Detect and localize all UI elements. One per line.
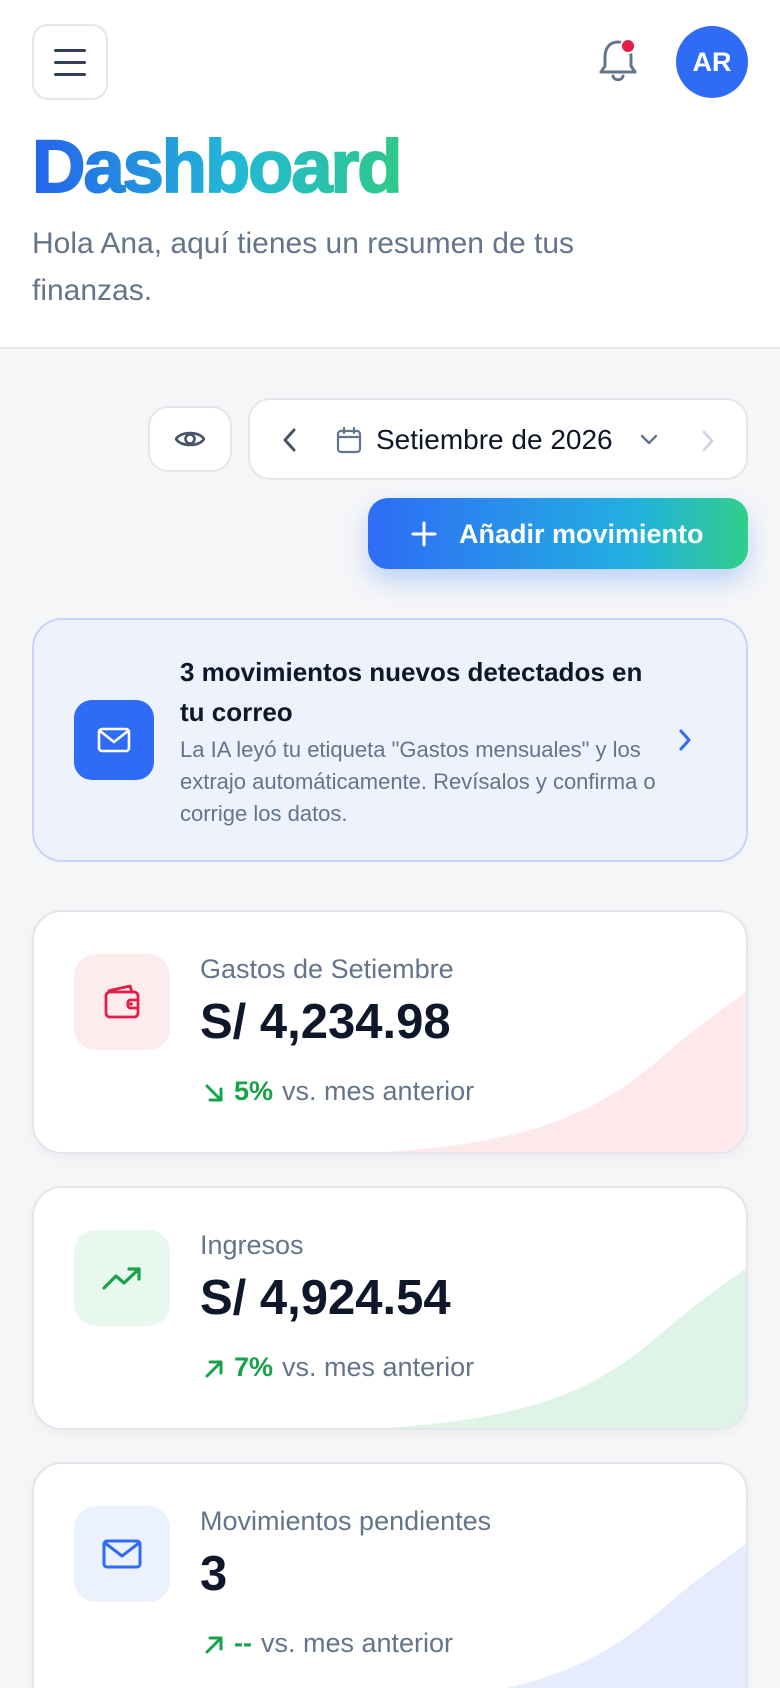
toggle-visibility-button[interactable] (148, 406, 232, 472)
card-value: S/ 4,234.98 (200, 995, 451, 1049)
card-trend: 7% vs. mes anterior (202, 1348, 474, 1386)
chevron-right-icon[interactable] (676, 726, 694, 754)
page-title: Dashboard (31, 125, 404, 208)
card-label: Ingresos (200, 1230, 304, 1260)
card-label: Gastos de Setiembre (200, 954, 454, 984)
arrow-up-right-icon (205, 1636, 223, 1654)
month-selector[interactable]: Setiembre de 2026 (248, 398, 748, 480)
calendar-icon (336, 426, 362, 454)
trend-suffix: vs. mes anterior (282, 1352, 475, 1382)
trend-percent: 7% (234, 1352, 274, 1382)
expenses-card[interactable]: Gastos de Setiembre S/ 4,234.98 5% vs. m… (32, 910, 748, 1154)
wallet-icon (104, 984, 140, 1019)
chevron-down-icon[interactable] (638, 430, 660, 450)
plus-icon (411, 521, 437, 547)
notification-dot (620, 38, 636, 54)
card-icon-box (74, 954, 170, 1050)
card-label: Movimientos pendientes (200, 1506, 492, 1536)
card-trend: -- vs. mes anterior (202, 1624, 453, 1662)
card-decoration (506, 1544, 746, 1688)
add-movement-button[interactable]: Añadir movimiento (368, 498, 748, 569)
income-card[interactable]: Ingresos S/ 4,924.54 7% vs. mes anterior (32, 1186, 748, 1430)
chevron-right-icon[interactable] (698, 426, 718, 456)
email-detection-alert[interactable]: 3 movimientos nuevos detectados en tu co… (32, 618, 748, 862)
card-value: S/ 4,924.54 (200, 1271, 451, 1325)
alert-icon-box (74, 700, 154, 780)
alert-title: 3 movimientos nuevos detectados en tu co… (180, 657, 643, 727)
menu-icon-line (54, 72, 86, 76)
top-header: AR Dashboard Hola Ana, aquí tienes un re… (0, 0, 780, 349)
menu-icon-line (54, 48, 86, 52)
mail-icon (102, 1539, 142, 1569)
alert-description: La IA leyó tu etiqueta "Gastos mensuales… (180, 737, 656, 826)
arrow-up-right-icon (205, 1360, 223, 1378)
trending-up-icon (102, 1267, 141, 1290)
menu-icon-line (54, 60, 86, 64)
arrow-down-right-icon (205, 1084, 223, 1102)
avatar[interactable]: AR (676, 26, 748, 98)
month-label[interactable]: Setiembre de 2026 (376, 420, 613, 460)
trend-suffix: vs. mes anterior (282, 1076, 475, 1106)
trend-percent: -- (234, 1628, 252, 1658)
trend-suffix: vs. mes anterior (260, 1628, 454, 1658)
trend-percent: 5% (234, 1076, 274, 1106)
eye-icon (174, 431, 206, 447)
card-trend: 5% vs. mes anterior (202, 1072, 474, 1110)
page-subtitle: Hola Ana, aquí tienes un resumen de tus … (32, 227, 575, 307)
add-movement-label: Añadir movimiento (459, 519, 704, 549)
pending-movements-card[interactable]: Movimientos pendientes 3 -- vs. mes ante… (32, 1462, 748, 1688)
card-value: 3 (200, 1547, 228, 1601)
chevron-left-icon[interactable] (278, 424, 302, 456)
mail-icon (97, 727, 131, 753)
menu-button[interactable] (32, 24, 108, 100)
card-icon-box (74, 1230, 170, 1326)
card-icon-box (74, 1506, 170, 1602)
